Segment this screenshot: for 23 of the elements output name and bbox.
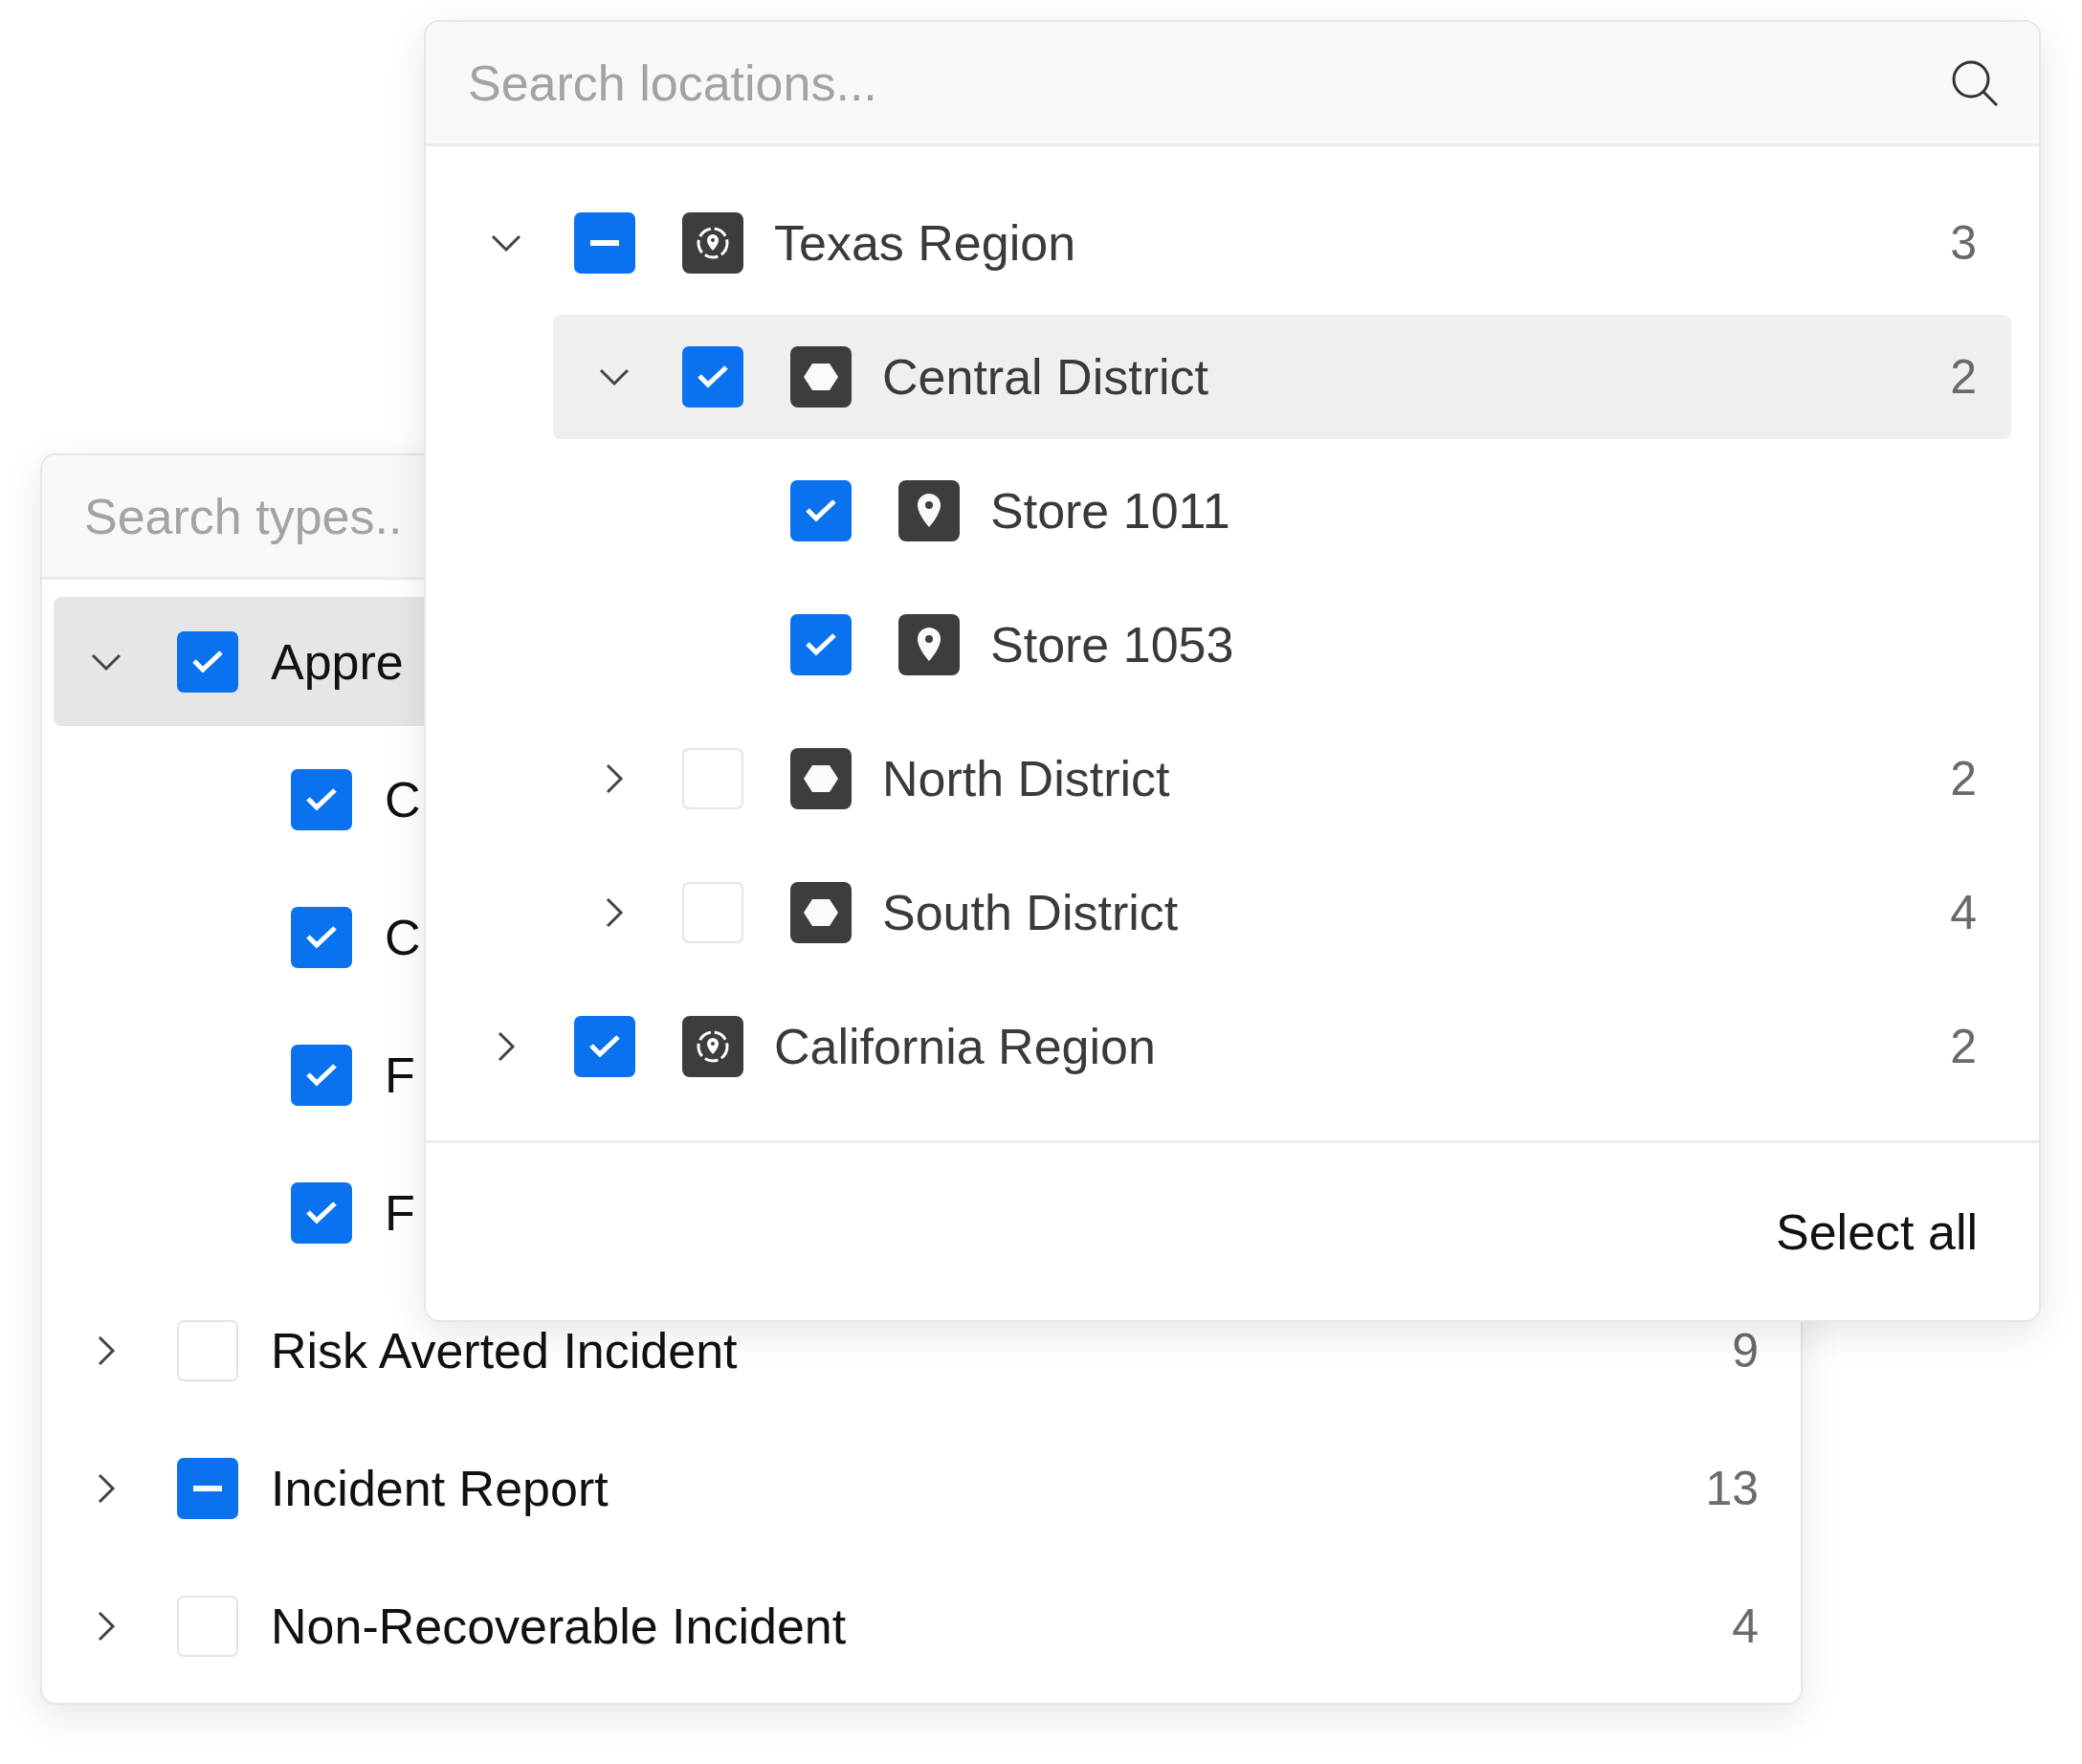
item-label: Appre bbox=[271, 632, 404, 691]
item-count: 2 bbox=[1950, 349, 1977, 405]
item-label: F bbox=[385, 1046, 415, 1104]
item-count: 9 bbox=[1732, 1322, 1759, 1378]
item-count: 4 bbox=[1732, 1598, 1759, 1654]
item-label: Incident Report bbox=[271, 1459, 609, 1517]
item-count: 4 bbox=[1950, 885, 1977, 940]
item-label: Store 1053 bbox=[990, 616, 1234, 673]
item-label: Texas Region bbox=[774, 214, 1076, 272]
item-label: South District bbox=[882, 884, 1179, 941]
item-label: C bbox=[385, 908, 421, 966]
item-label: Store 1011 bbox=[990, 482, 1230, 540]
item-label: F bbox=[385, 1183, 415, 1242]
item-count: 2 bbox=[1950, 1019, 1977, 1074]
item-label: California Region bbox=[774, 1018, 1156, 1075]
item-label: North District bbox=[882, 750, 1170, 807]
item-label: Risk Averted Incident bbox=[271, 1321, 738, 1379]
item-label: Central District bbox=[882, 348, 1208, 406]
item-count: 13 bbox=[1705, 1460, 1759, 1516]
item-label: Non-Recoverable Incident bbox=[271, 1597, 847, 1655]
item-count: 2 bbox=[1950, 751, 1977, 806]
item-label: C bbox=[385, 770, 421, 828]
item-count: 3 bbox=[1950, 215, 1977, 271]
